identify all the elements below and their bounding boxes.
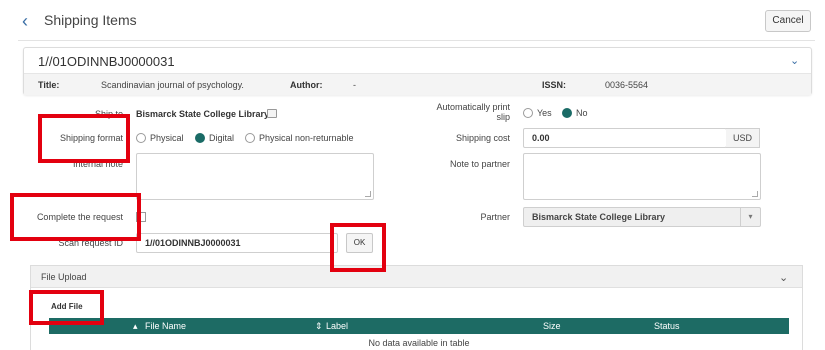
auto-print-yes-label: Yes [537, 108, 552, 118]
title-value: Scandinavian journal of psychology. [101, 80, 244, 90]
record-summary-panel: 1//01ODINNBJ0000031 ⌄ Title: Scandinavia… [23, 47, 812, 95]
empty-table-message: No data available in table [368, 338, 470, 348]
file-upload-panel: File Upload ⌄ Add File ▴ File Name ⇕ Lab… [30, 265, 803, 350]
highlight-shipping-format [38, 114, 130, 163]
cancel-button[interactable]: Cancel [765, 10, 811, 32]
format-nonreturnable-label: Physical non-returnable [259, 133, 354, 143]
format-nonreturnable-radio[interactable] [245, 133, 255, 143]
shipping-cost-input[interactable]: 0.00 [523, 128, 727, 148]
title-label: Title: [38, 80, 60, 90]
record-id: 1//01ODINNBJ0000031 [38, 54, 175, 69]
issn-label: ISSN: [542, 80, 567, 90]
author-value: - [353, 80, 356, 90]
address-card-icon[interactable] [267, 109, 277, 118]
chevron-down-icon[interactable]: ⌄ [790, 54, 802, 67]
partner-label: Partner [480, 212, 510, 222]
record-metadata-bar: Title: Scandinavian journal of psycholog… [24, 73, 811, 95]
chevron-down-icon[interactable]: ⌄ [779, 271, 788, 284]
scan-request-input[interactable]: 1//01ODINNBJ0000031 [136, 233, 338, 253]
highlight-add-file [29, 290, 104, 325]
sort-asc-icon[interactable]: ▴ [133, 321, 138, 332]
page-title: Shipping Items [44, 12, 137, 28]
auto-print-no-radio[interactable] [562, 108, 572, 118]
column-header-label[interactable]: Label [326, 321, 348, 331]
caret-down-icon[interactable]: ▾ [740, 208, 760, 226]
highlight-ok-button [330, 223, 386, 272]
auto-print-no-label: No [576, 108, 588, 118]
note-to-partner-label: Note to partner [449, 159, 510, 169]
partner-selected-value: Bismarck State College Library [532, 212, 666, 222]
format-physical-label: Physical [150, 133, 184, 143]
note-to-partner-textarea[interactable] [523, 153, 761, 200]
format-physical-radio[interactable] [136, 133, 146, 143]
auto-print-label-line1: Automatically print [436, 102, 510, 112]
issn-value: 0036-5564 [605, 80, 649, 90]
shipping-cost-label: Shipping cost [455, 133, 510, 143]
column-header-file-name[interactable]: File Name [145, 321, 186, 331]
table-header: ▴ File Name ⇕ Label Size Status [49, 318, 789, 334]
highlight-complete-request [10, 193, 141, 241]
file-upload-header[interactable]: File Upload ⌄ [31, 266, 802, 288]
auto-print-label: Automatically print slip [400, 102, 510, 122]
currency-addon: USD [726, 128, 760, 148]
sort-icon[interactable]: ⇕ [315, 321, 323, 332]
author-label: Author: [290, 80, 323, 90]
internal-note-textarea[interactable] [136, 153, 374, 200]
file-upload-title: File Upload [41, 272, 87, 282]
format-digital-radio[interactable] [195, 133, 205, 143]
partner-select[interactable]: Bismarck State College Library ▾ [523, 207, 761, 227]
format-digital-label: Digital [209, 133, 235, 143]
back-arrow-icon[interactable]: ‹ [22, 11, 36, 31]
column-header-size[interactable]: Size [543, 321, 561, 331]
auto-print-yes-radio[interactable] [523, 108, 533, 118]
auto-print-label-line2: slip [496, 112, 510, 122]
header-divider [18, 40, 815, 41]
ship-to-value: Bismarck State College Library [136, 109, 270, 119]
column-header-status[interactable]: Status [654, 321, 680, 331]
